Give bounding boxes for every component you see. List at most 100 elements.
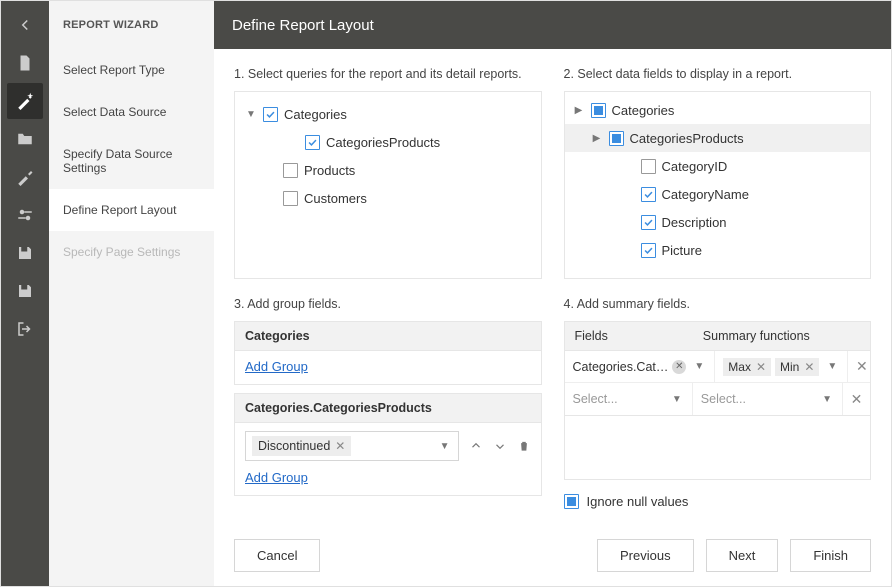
step-0[interactable]: Select Report Type	[49, 49, 214, 91]
field-item[interactable]: ▶ CategoriesProducts	[565, 124, 871, 152]
icon-strip	[1, 1, 49, 586]
button-row: Cancel Previous Next Finish	[234, 525, 871, 572]
field-item[interactable]: ▶ Categories	[565, 96, 871, 124]
step-1[interactable]: Select Data Source	[49, 91, 214, 133]
field-item[interactable]: CategoryName	[565, 180, 871, 208]
checkbox[interactable]	[283, 191, 298, 206]
summary-field-select[interactable]: Select... ▼	[565, 383, 693, 415]
folder-icon[interactable]	[7, 121, 43, 157]
group-header: Categories	[234, 321, 542, 350]
finish-button[interactable]: Finish	[790, 539, 871, 572]
summary-table: Fields Summary functions Categories.Cat……	[564, 321, 872, 416]
checkbox[interactable]	[641, 159, 656, 174]
field-item[interactable]: CategoryID	[565, 152, 871, 180]
add-group-link[interactable]: Add Group	[245, 470, 308, 485]
chevron-down-icon[interactable]: ▼	[823, 361, 841, 372]
query-label: Customers	[304, 191, 367, 206]
checkbox[interactable]	[305, 135, 320, 150]
chevron-down-icon[interactable]: ▼	[690, 361, 708, 372]
cancel-button[interactable]: Cancel	[234, 539, 320, 572]
step-4: Specify Page Settings	[49, 231, 214, 273]
query-item[interactable]: Customers	[245, 184, 531, 212]
next-button[interactable]: Next	[706, 539, 779, 572]
save-as-icon[interactable]	[7, 273, 43, 309]
wizard-icon[interactable]	[7, 83, 43, 119]
step-2[interactable]: Specify Data Source Settings	[49, 133, 214, 189]
summary-field-select[interactable]: Categories.Cat…✕▼	[565, 351, 716, 382]
ignore-null-label: Ignore null values	[587, 494, 689, 509]
move-up-icon[interactable]	[469, 439, 483, 453]
chip-remove-icon[interactable]: ✕	[335, 439, 345, 453]
summary-func-placeholder: Select...	[701, 392, 746, 406]
step-3[interactable]: Define Report Layout	[49, 189, 214, 231]
exit-icon[interactable]	[7, 311, 43, 347]
chevron-down-icon[interactable]: ▼	[818, 394, 836, 405]
group-body: Add Group	[234, 350, 542, 385]
query-item[interactable]: Products	[245, 156, 531, 184]
sidebar-title: REPORT WIZARD	[49, 1, 214, 49]
row-delete-icon[interactable]: ✕	[847, 351, 875, 382]
section2-title: 2. Select data fields to display in a re…	[564, 67, 872, 81]
chevron-right-icon[interactable]: ▶	[573, 105, 585, 116]
move-down-icon[interactable]	[493, 439, 507, 453]
group-actions	[469, 439, 531, 453]
group-block: Categories.CategoriesProductsDiscontinue…	[234, 393, 542, 496]
group-chip: Discontinued✕	[252, 436, 351, 456]
page-title: Define Report Layout	[214, 1, 891, 49]
section1-title: 1. Select queries for the report and its…	[234, 67, 542, 81]
group-block: Categories Add Group	[234, 321, 542, 385]
field-label: CategoryName	[662, 187, 749, 202]
chevron-down-icon[interactable]: ▼	[245, 109, 257, 120]
checkbox[interactable]	[263, 107, 278, 122]
chevron-down-icon[interactable]: ▼	[668, 394, 686, 405]
field-label: Picture	[662, 243, 702, 258]
chip-remove-icon[interactable]: ✕	[756, 360, 766, 374]
section-summary: 4. Add summary fields. Fields Summary fu…	[564, 297, 872, 509]
chevron-down-icon[interactable]: ▼	[436, 441, 454, 452]
checkbox[interactable]	[609, 131, 624, 146]
back-icon[interactable]	[7, 7, 43, 43]
clear-icon[interactable]: ✕	[672, 360, 686, 374]
checkbox[interactable]	[641, 215, 656, 230]
summary-func-select[interactable]: Max✕Min✕ ▼	[715, 351, 847, 382]
report-wizard-window: REPORT WIZARD Select Report TypeSelect D…	[0, 0, 892, 587]
func-chip: Max✕	[723, 358, 771, 376]
col-fields: Fields	[565, 322, 693, 350]
ignore-null-row: Ignore null values	[564, 494, 872, 509]
fields-tree: ▶ Categories ▶ CategoriesProducts CategoryID…	[564, 91, 872, 279]
query-label: Categories	[284, 107, 347, 122]
summary-func-select[interactable]: Select... ▼	[693, 383, 842, 415]
add-group-link[interactable]: Add Group	[245, 359, 308, 374]
delete-icon[interactable]	[517, 439, 531, 453]
design-icon[interactable]	[7, 159, 43, 195]
chip-remove-icon[interactable]: ✕	[804, 360, 814, 374]
main-body: 1. Select queries for the report and its…	[214, 49, 891, 586]
chevron-right-icon[interactable]: ▶	[591, 133, 603, 144]
summary-field-text: Select...	[573, 392, 664, 406]
query-item[interactable]: CategoriesProducts	[245, 128, 531, 156]
summary-empty-area	[564, 416, 872, 480]
ignore-null-checkbox[interactable]	[564, 494, 579, 509]
queries-tree: ▼ Categories CategoriesProductsProducts Cus…	[234, 91, 542, 279]
checkbox[interactable]	[641, 243, 656, 258]
checkbox[interactable]	[591, 103, 606, 118]
group-field-input[interactable]: Discontinued✕ ▼	[245, 431, 459, 461]
col-funcs: Summary functions	[693, 322, 842, 350]
field-label: CategoryID	[662, 159, 728, 174]
previous-button[interactable]: Previous	[597, 539, 694, 572]
field-item[interactable]: Description	[565, 208, 871, 236]
query-item[interactable]: ▼ Categories	[245, 100, 531, 128]
field-label: Categories	[612, 103, 675, 118]
summary-row: Categories.Cat…✕▼Max✕Min✕▼✕	[565, 351, 871, 383]
field-label: CategoriesProducts	[630, 131, 744, 146]
checkbox[interactable]	[641, 187, 656, 202]
func-chip: Min✕	[775, 358, 819, 376]
checkbox[interactable]	[283, 163, 298, 178]
field-item[interactable]: Picture	[565, 236, 871, 264]
section-fields: 2. Select data fields to display in a re…	[564, 67, 872, 279]
new-report-icon[interactable]	[7, 45, 43, 81]
settings-icon[interactable]	[7, 197, 43, 233]
save-icon[interactable]	[7, 235, 43, 271]
row-delete-icon[interactable]: ✕	[842, 383, 870, 415]
section-queries: 1. Select queries for the report and its…	[234, 67, 542, 279]
